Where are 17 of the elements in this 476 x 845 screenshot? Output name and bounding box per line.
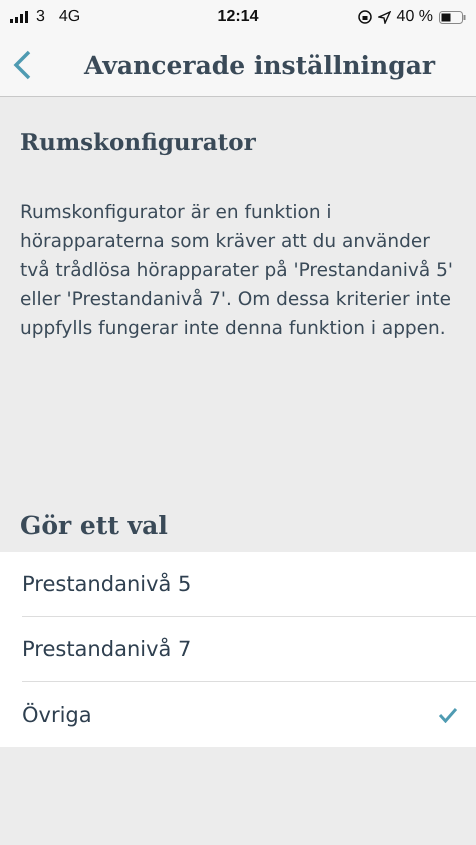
network-label: 4G: [58, 8, 80, 26]
description-text: Rumskonfigurator är en funktion i hörapparaterna som kräver att du använder två trådlösa hörapparater på 'Prestandanivå 5' eller 'Prestandanivå 7'. Om dessa kriterier inte uppfylls fungerar inte denna funktion i appen.: [20, 201, 454, 341]
checkmark-icon: [438, 706, 458, 722]
status-time: 12:14: [218, 8, 258, 26]
option-row[interactable]: Prestandanivå 5: [22, 552, 476, 617]
battery-icon: [439, 10, 466, 24]
section-title: Rumskonfigurator: [20, 129, 257, 156]
screen-title: Avancerade inställningar: [84, 50, 436, 80]
battery-percent: 40 %: [396, 8, 434, 26]
choice-title: Gör ett val: [19, 511, 169, 542]
signal-icon: [10, 11, 30, 23]
location-arrow-icon: [378, 10, 391, 24]
carrier-label: 3: [36, 8, 45, 26]
option-row[interactable]: Prestandanivå 7: [22, 617, 476, 682]
back-icon[interactable]: [12, 49, 32, 81]
option-row[interactable]: Övriga: [22, 682, 476, 747]
rotation-lock-icon: [358, 10, 372, 24]
